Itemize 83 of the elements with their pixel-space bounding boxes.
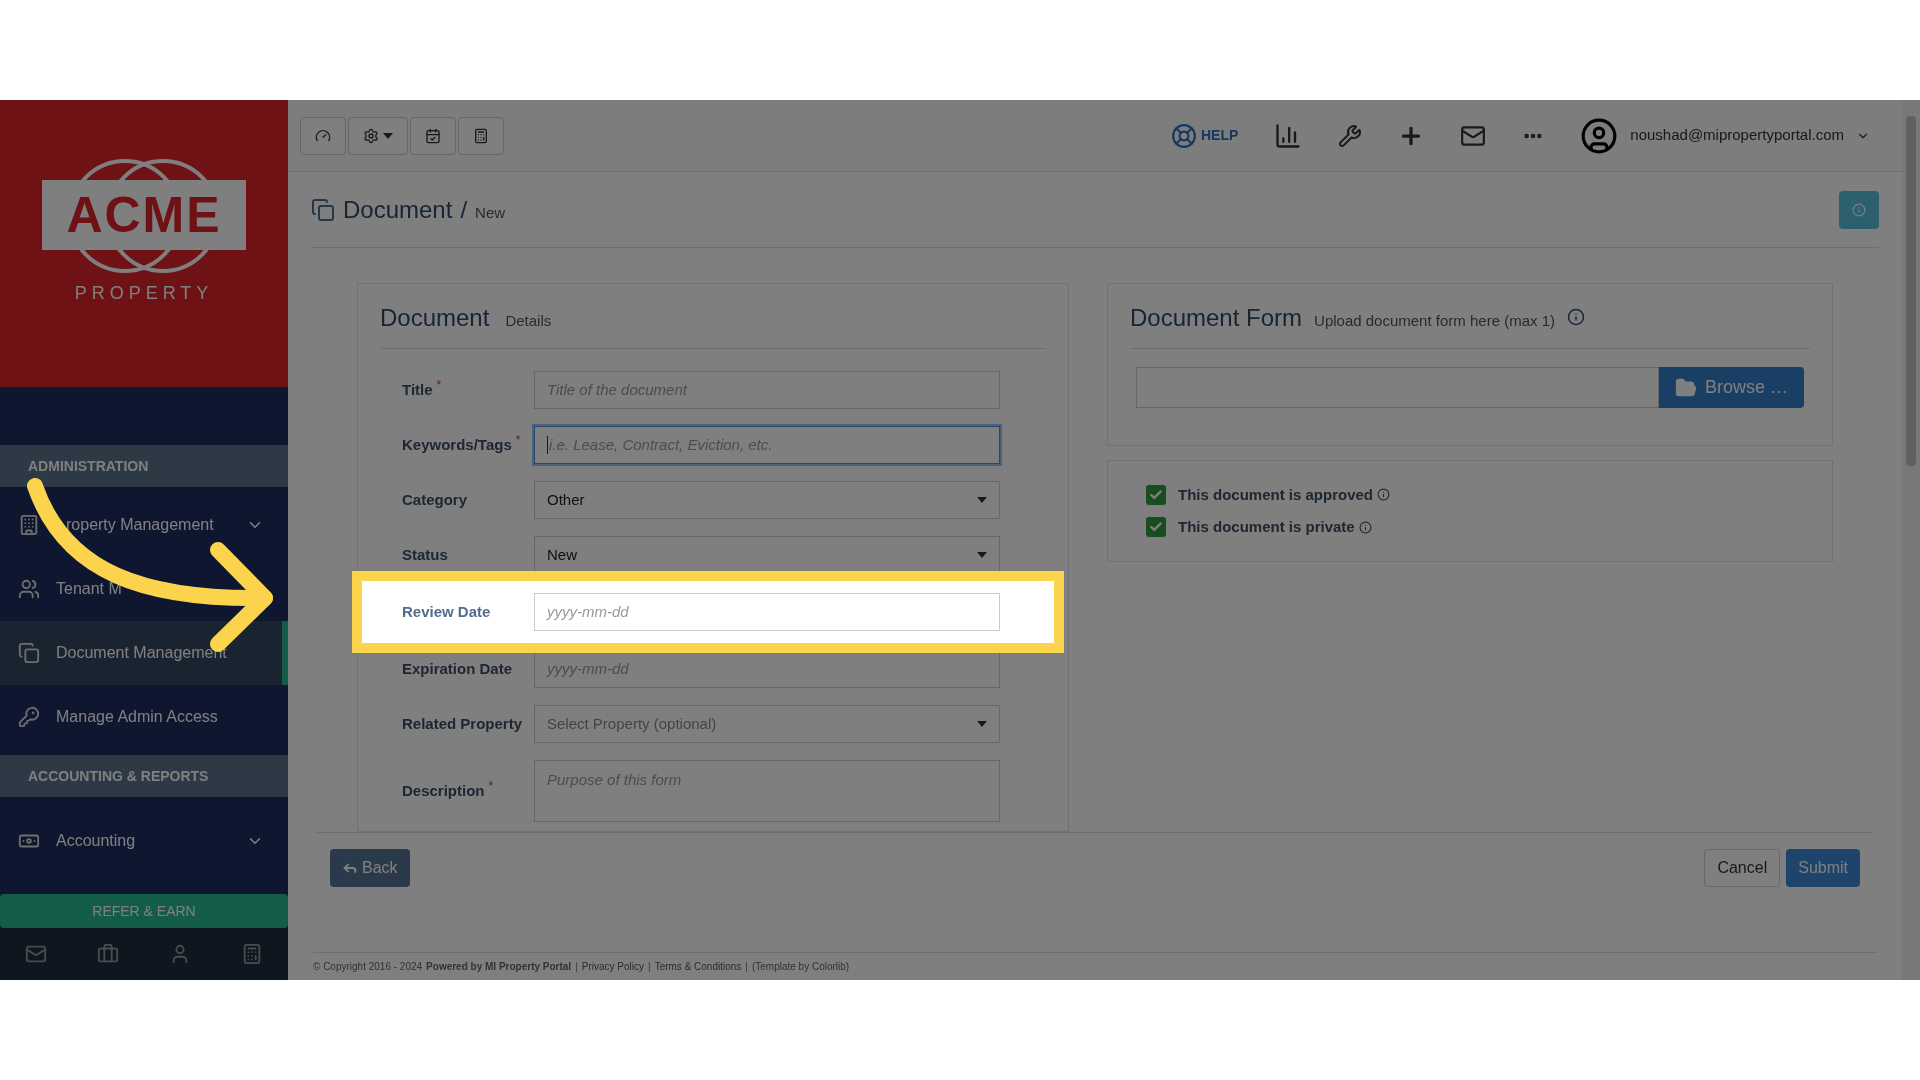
logo-tagline: PROPERTY <box>74 282 214 305</box>
refer-earn-button[interactable]: REFER & EARN <box>0 894 288 928</box>
calculator-icon <box>473 127 489 144</box>
settings-icon <box>363 127 379 144</box>
select-field[interactable]: Other <box>534 481 1000 519</box>
card-title: Document Form <box>1130 303 1303 333</box>
sidebar-item-icon <box>18 514 40 536</box>
file-input-field[interactable] <box>1136 367 1659 408</box>
check-icon <box>1149 487 1163 502</box>
toolbar-button[interactable] <box>300 116 346 155</box>
sidebar-item[interactable]: roperty Management <box>0 493 288 557</box>
footer-link[interactable]: Terms & Conditions <box>654 959 742 974</box>
bar-chart-icon[interactable] <box>1274 121 1303 150</box>
mail-icon[interactable] <box>25 943 47 965</box>
breadcrumb-separator: / <box>460 194 468 225</box>
help-button[interactable]: HELP <box>1171 122 1239 149</box>
user-menu[interactable]: noushad@mipropertyportal.com <box>1580 116 1870 155</box>
select-field[interactable]: New <box>534 536 1000 574</box>
briefcase-icon[interactable] <box>97 943 119 965</box>
info-icon <box>1377 488 1391 502</box>
info-icon <box>1567 308 1585 326</box>
sidebar-item-icon <box>18 578 40 600</box>
browse-button[interactable]: Browse … <box>1658 367 1804 408</box>
field-label: Status <box>402 544 448 565</box>
template-credit: (Template by Colorlib) <box>751 960 850 974</box>
logo-wordmark: ACME <box>42 180 246 250</box>
card-subtitle: Upload document form here (max 1) <box>1314 311 1555 331</box>
toolbar-button[interactable] <box>458 116 504 155</box>
toolbar-button[interactable] <box>348 116 408 155</box>
info-icon <box>1358 520 1372 534</box>
sidebar-item-icon <box>18 642 40 664</box>
powered-by-text: Powered by MI Property Portal <box>426 960 572 974</box>
lifebuoy-icon <box>1171 122 1197 149</box>
checkbox-label: This document is private <box>1178 517 1355 537</box>
footer-separator: | <box>745 960 748 974</box>
checkbox[interactable] <box>1146 517 1166 538</box>
page-subtitle: New <box>475 203 506 224</box>
field-label: Description <box>402 780 485 801</box>
field-label: Category <box>402 489 468 510</box>
required-mark: * <box>436 378 442 391</box>
caret-icon <box>977 497 987 503</box>
sidebar-section-header: ADMINISTRATION <box>0 445 288 487</box>
footer-separator: | <box>648 960 651 974</box>
field-label: Review Date <box>402 601 491 622</box>
calendar-icon <box>425 127 441 144</box>
caret-icon <box>977 721 987 727</box>
sidebar-item-icon <box>18 706 40 728</box>
required-mark: * <box>515 433 521 446</box>
sidebar-item[interactable]: Manage Admin Access <box>0 685 288 749</box>
field-label: Title <box>402 379 433 400</box>
scrollbar[interactable] <box>1902 100 1920 980</box>
wrench-icon[interactable] <box>1338 123 1363 148</box>
back-button[interactable]: Back <box>330 848 410 887</box>
sidebar-item[interactable]: Accounting <box>0 809 288 873</box>
page-title: Document <box>343 194 453 225</box>
select-field[interactable]: Select Property (optional) <box>534 705 1000 743</box>
checkbox-label: This document is approved <box>1178 484 1374 505</box>
documents-icon <box>311 197 335 222</box>
footer-separator: | <box>575 960 578 974</box>
sidebar-item[interactable]: Document Management <box>0 621 288 685</box>
footer-link[interactable]: Privacy Policy <box>581 959 644 974</box>
caret-icon <box>977 552 987 558</box>
info-button[interactable] <box>1839 190 1879 229</box>
cancel-button[interactable]: Cancel <box>1704 848 1781 887</box>
input-field[interactable]: yyyy-mm-dd <box>534 593 1000 631</box>
caret-icon <box>383 132 393 139</box>
sidebar-section-header: ACCOUNTING & REPORTS <box>0 755 288 797</box>
gauge-icon <box>315 127 331 144</box>
info-icon <box>1852 202 1866 217</box>
field-label: Keywords/Tags <box>402 434 512 455</box>
card-title: Document <box>380 303 490 333</box>
field-label: Related Property <box>402 713 523 734</box>
copyright-text: © Copyright 2016 - 2024 <box>313 960 423 974</box>
calculator-icon[interactable] <box>241 943 263 965</box>
submit-button[interactable]: Submit <box>1786 848 1860 887</box>
required-mark: * <box>488 779 494 792</box>
field-label: Expiration Date <box>402 658 513 679</box>
card-subtitle: Details <box>505 311 552 331</box>
text-cursor <box>547 436 548 454</box>
avatar-icon <box>1580 116 1619 155</box>
checkbox[interactable] <box>1146 484 1166 505</box>
folder-icon <box>1674 376 1697 399</box>
toolbar-button[interactable] <box>410 116 456 155</box>
